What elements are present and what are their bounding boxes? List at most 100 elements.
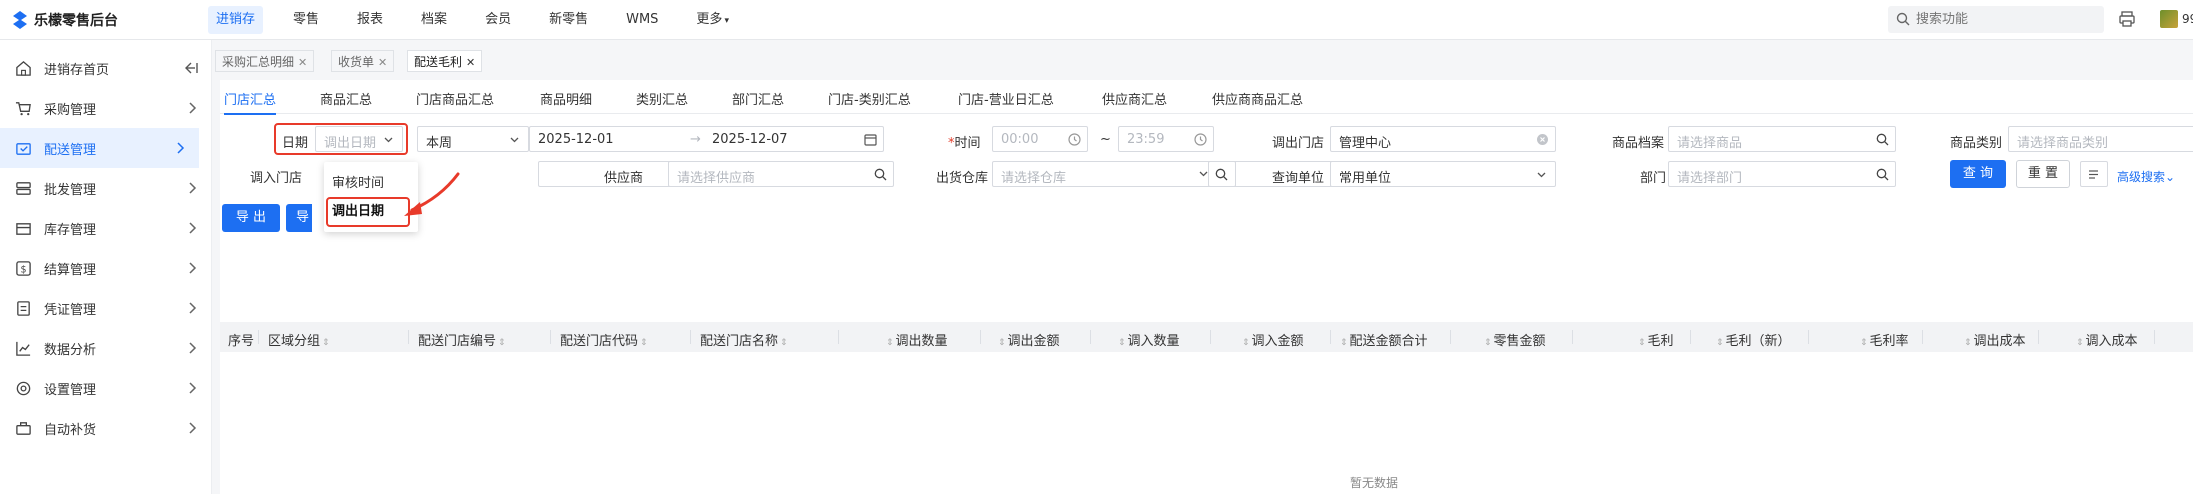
col-in-amount[interactable]: ⇕ 调入金额: [1242, 330, 1304, 349]
date-range-picker[interactable]: 2025-12-01 → 2025-12-07: [529, 126, 884, 152]
topnav-wms[interactable]: WMS: [618, 6, 666, 34]
topnav-jinxiaocun[interactable]: 进销存: [208, 6, 264, 34]
subtab-store-category-summary[interactable]: 门店-类别汇总: [828, 89, 911, 108]
col-region-group[interactable]: 区域分组 ⇕: [268, 330, 330, 349]
page-tab-bar: 采购汇总明细 ✕ 收货单 ✕ 配送毛利 ✕: [212, 40, 2193, 80]
col-in-qty[interactable]: ⇕ 调入数量: [1118, 330, 1180, 349]
product-field[interactable]: 请选择商品: [1668, 126, 1896, 152]
dept-label: 部门: [1640, 171, 1667, 186]
sidebar-item-voucher[interactable]: 凭证管理: [0, 288, 211, 328]
category-field[interactable]: 请选择商品类别: [2008, 126, 2193, 152]
subtab-category-summary[interactable]: 类别汇总: [636, 89, 688, 108]
distribution-icon: [14, 139, 32, 157]
sidebar-item-distribution[interactable]: 配送管理: [0, 128, 199, 168]
page-tab-purchase-summary[interactable]: 采购汇总明细 ✕: [215, 50, 315, 72]
subtab-store-summary[interactable]: 门店汇总: [224, 89, 277, 115]
col-retail-amount[interactable]: ⇕ 零售金额: [1484, 330, 1546, 349]
sidebar-item-inventory[interactable]: 库存管理: [0, 208, 211, 248]
sort-icon: ⇕: [1484, 338, 1492, 348]
close-icon[interactable]: ✕: [466, 56, 475, 69]
col-label: 配送金额合计: [1349, 334, 1428, 349]
topnav-member[interactable]: 会员: [477, 6, 519, 34]
product-label: 商品档案: [1612, 136, 1665, 151]
printer-icon[interactable]: [2118, 10, 2136, 28]
col-gross-margin[interactable]: ⇕ 毛利率: [1860, 330, 1909, 349]
dept-field[interactable]: 请选择部门: [1668, 161, 1896, 187]
page-tab-receipt[interactable]: 收货单 ✕: [331, 50, 395, 72]
col-gross-profit-new[interactable]: ⇕ 毛利（新）: [1716, 330, 1791, 349]
column-divider: [258, 330, 259, 344]
sidebar-item-label: 采购管理: [44, 102, 97, 118]
clock-icon: [1194, 133, 1207, 146]
search-icon[interactable]: [1876, 168, 1889, 181]
query-button[interactable]: 查 询: [1950, 160, 2006, 188]
col-out-amount[interactable]: ⇕ 调出金额: [998, 330, 1060, 349]
collapse-sidebar-icon[interactable]: [183, 60, 199, 76]
col-store-name[interactable]: 配送门店名称 ⇕: [700, 330, 788, 349]
col-out-qty[interactable]: ⇕ 调出数量: [886, 330, 948, 349]
column-divider: [1808, 330, 1809, 344]
close-icon[interactable]: ✕: [298, 56, 307, 69]
sidebar-item-settings[interactable]: 设置管理: [0, 368, 211, 408]
dept-placeholder: 请选择部门: [1677, 171, 1743, 186]
export-button[interactable]: 导 出: [222, 204, 280, 232]
period-select[interactable]: 本周: [417, 126, 529, 152]
col-distribution-total[interactable]: ⇕ 配送金额合计: [1340, 330, 1428, 349]
out-store-field[interactable]: 管理中心: [1330, 126, 1556, 152]
topnav-retail[interactable]: 零售: [285, 6, 327, 34]
time-start-field[interactable]: 00:00: [992, 126, 1088, 152]
warehouse-search-button[interactable]: [1208, 161, 1236, 187]
sort-icon: ⇕: [1242, 338, 1250, 348]
time-end-field[interactable]: 23:59: [1118, 126, 1214, 152]
topnav-new-retail[interactable]: 新零售: [541, 6, 596, 34]
close-icon[interactable]: ✕: [378, 56, 387, 69]
dollar-icon: $: [14, 259, 32, 277]
topnav-reports[interactable]: 报表: [349, 6, 391, 34]
reset-button[interactable]: 重 置: [2016, 160, 2070, 188]
col-label: 毛利: [1647, 334, 1674, 349]
topnav-archive[interactable]: 档案: [413, 6, 455, 34]
subtab-supplier-summary[interactable]: 供应商汇总: [1102, 89, 1167, 108]
advanced-search-link[interactable]: 高级搜索⌄: [2117, 168, 2175, 185]
subtab-product-detail[interactable]: 商品明细: [540, 89, 592, 108]
sort-icon: ⇕: [1860, 338, 1868, 348]
sort-icon: ⇕: [998, 338, 1006, 348]
subtab-product-summary[interactable]: 商品汇总: [320, 89, 372, 108]
sidebar-item-settlement[interactable]: $ 结算管理: [0, 248, 211, 288]
column-settings-button[interactable]: [2080, 161, 2108, 187]
sidebar-item-purchase[interactable]: 采购管理: [0, 88, 211, 128]
search-icon[interactable]: [874, 168, 887, 181]
search-icon[interactable]: [1876, 133, 1889, 146]
subtab-supplier-product-summary[interactable]: 供应商商品汇总: [1212, 89, 1303, 108]
table-header: 序号 区域分组 ⇕ 配送门店编号 ⇕ 配送门店代码 ⇕ 配送门店名称 ⇕ ⇕ 调出数量 ⇕…: [220, 322, 2193, 352]
subtab-store-businessday-summary[interactable]: 门店-营业日汇总: [958, 89, 1054, 108]
sidebar-item-label: 结算管理: [44, 262, 97, 278]
sidebar-item-label: 凭证管理: [44, 302, 97, 318]
sidebar-item-wholesale[interactable]: 批发管理: [0, 168, 211, 208]
app-logo[interactable]: 乐檬零售后台: [12, 10, 118, 30]
function-search[interactable]: [1888, 6, 2104, 33]
search-icon: [1896, 12, 1910, 26]
secondary-export-button[interactable]: 导: [286, 204, 312, 232]
subtab-department-summary[interactable]: 部门汇总: [732, 89, 784, 108]
col-in-cost[interactable]: ⇕ 调入成本: [2076, 330, 2138, 349]
subtab-store-product-summary[interactable]: 门店商品汇总: [416, 89, 494, 108]
avatar[interactable]: [2160, 10, 2178, 28]
supplier-field[interactable]: 请选择供应商: [668, 161, 894, 187]
topnav-more[interactable]: 更多 ▾: [688, 6, 737, 34]
report-sub-tabs: 门店汇总 商品汇总 门店商品汇总 商品明细 类别汇总 部门汇总 门店-类别汇总 …: [220, 80, 2193, 115]
page-tab-label: 采购汇总明细: [222, 55, 295, 69]
function-search-input[interactable]: [1916, 11, 2096, 28]
sidebar-item-home[interactable]: 进销存首页: [0, 48, 211, 88]
col-store-number[interactable]: 配送门店编号 ⇕: [418, 330, 506, 349]
col-gross-profit[interactable]: ⇕ 毛利: [1638, 330, 1674, 349]
unit-select[interactable]: 常用单位: [1330, 161, 1556, 187]
page-tab-distribution-profit[interactable]: 配送毛利 ✕: [407, 50, 483, 72]
caret-down-icon: ▾: [724, 16, 729, 26]
sidebar-item-auto-replenish[interactable]: 自动补货: [0, 408, 211, 448]
col-out-cost[interactable]: ⇕ 调出成本: [1964, 330, 2026, 349]
supplier-placeholder: 请选择供应商: [677, 171, 756, 186]
clear-icon[interactable]: [1536, 133, 1549, 146]
sidebar-item-analysis[interactable]: 数据分析: [0, 328, 211, 368]
col-store-code[interactable]: 配送门店代码 ⇕: [560, 330, 648, 349]
